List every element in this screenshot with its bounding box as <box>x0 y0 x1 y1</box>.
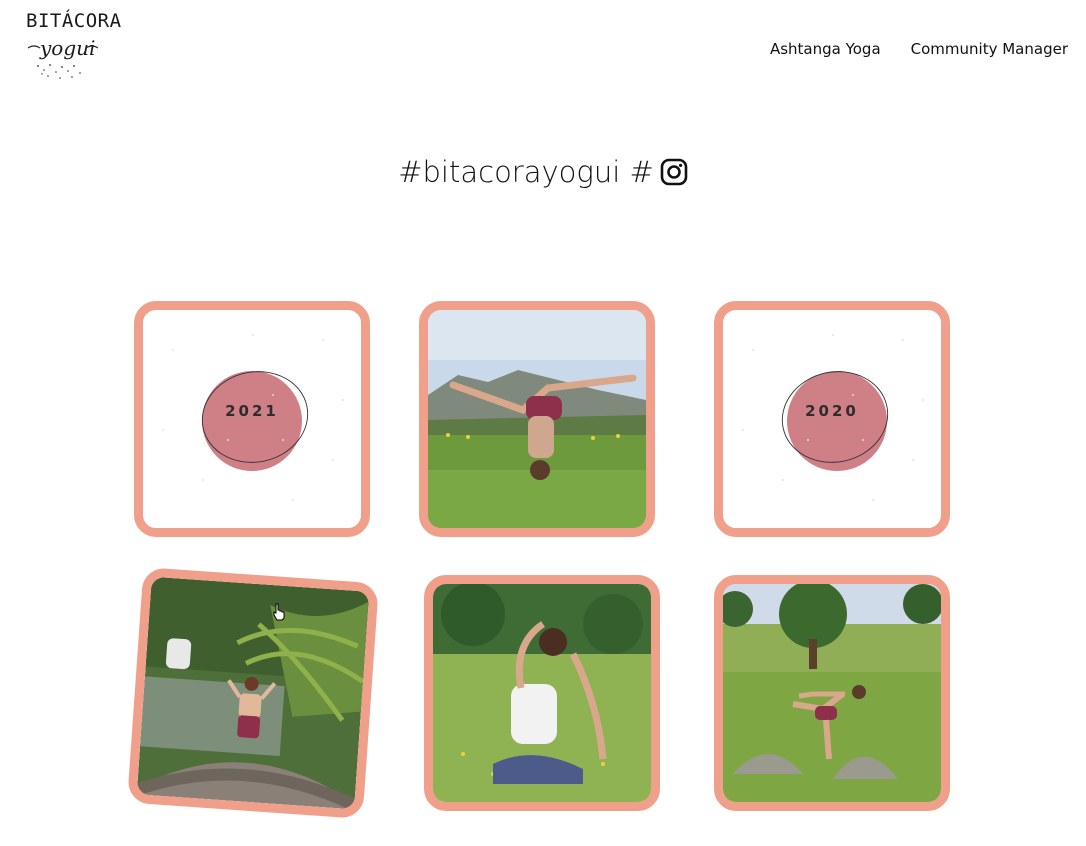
logo-decoration-icon <box>27 45 99 79</box>
photo-card-dancer-pose[interactable] <box>714 575 950 811</box>
nav-link-ashtanga-yoga[interactable]: Ashtanga Yoga <box>770 40 881 58</box>
yoga-headstand-photo <box>428 310 646 528</box>
year-label: 2021 <box>225 402 279 420</box>
year-badge: 2020 <box>723 310 941 528</box>
year-card-2020[interactable]: 2020 <box>714 301 950 537</box>
main-nav: Ashtanga Yoga Community Manager <box>770 40 1068 58</box>
yoga-dancer-pose-photo <box>723 584 941 802</box>
hashtag-text: #bitacorayogui # <box>398 155 654 189</box>
nav-link-community-manager[interactable]: Community Manager <box>911 40 1068 58</box>
site-logo[interactable]: BITÁCORA yogui <box>24 8 121 88</box>
photo-card-bridge[interactable] <box>127 567 379 819</box>
photo-card-pigeon-pose[interactable] <box>424 575 660 811</box>
year-badge: 2021 <box>143 310 361 528</box>
yoga-pigeon-pose-photo <box>433 584 651 802</box>
year-label: 2020 <box>805 402 859 420</box>
page-title: #bitacorayogui # <box>0 155 1086 189</box>
hand-cursor-icon <box>273 603 285 621</box>
instagram-icon[interactable] <box>660 158 688 186</box>
photo-card-headstand[interactable] <box>419 301 655 537</box>
year-card-2021[interactable]: 2021 <box>134 301 370 537</box>
yoga-bridge-photo <box>136 576 370 810</box>
